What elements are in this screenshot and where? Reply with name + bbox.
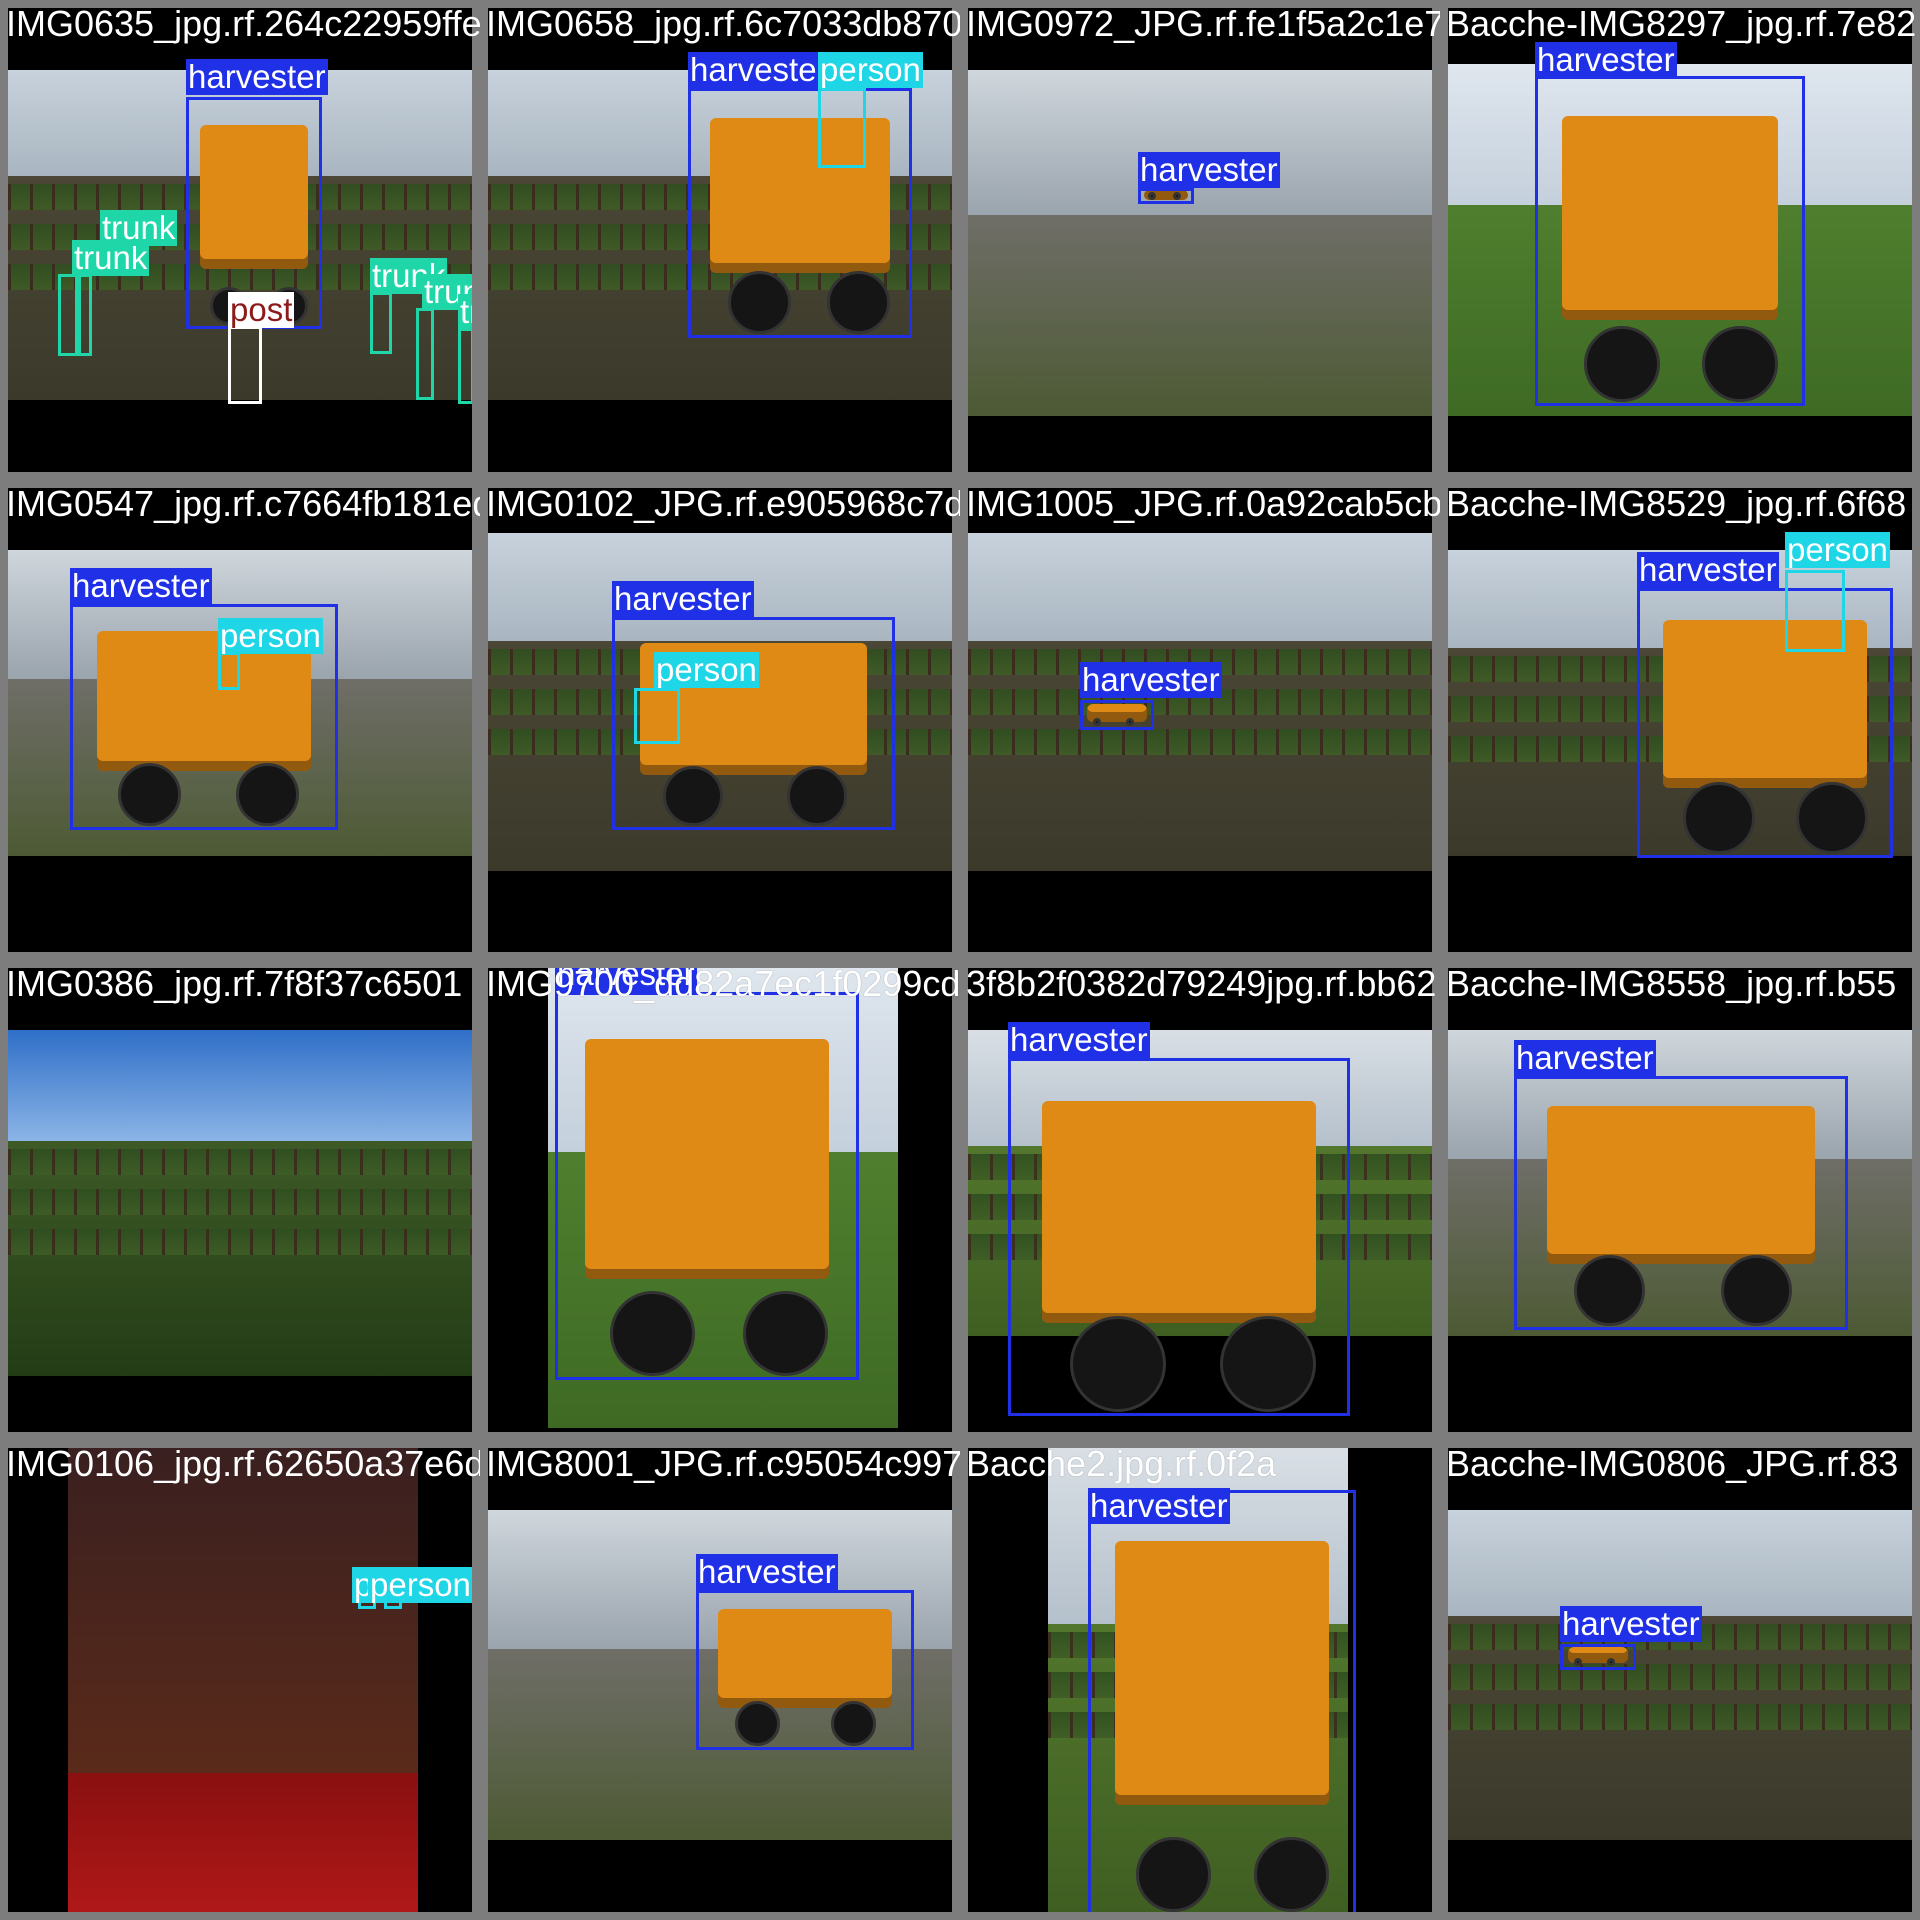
harvester-label: harvester — [555, 968, 697, 992]
harvester-label: harvester — [1138, 151, 1280, 188]
harvester-label: harvester — [1080, 661, 1222, 698]
tile-canvas: harvester person — [8, 488, 472, 952]
image-tile[interactable]: IMG0386_jpg.rf.7f8f37c6501 — [0, 960, 480, 1440]
trunk-bbox[interactable] — [416, 308, 434, 400]
image-tile[interactable]: harvesterIMG1005_JPG.rf.0a92cab5cb46c56f… — [960, 480, 1440, 960]
harvester-bbox[interactable] — [1560, 1644, 1636, 1670]
harvester-label: harvester — [1637, 551, 1779, 588]
tile-photo — [68, 1448, 418, 1912]
vine-row — [968, 729, 1432, 755]
tile-canvas: personperson — [8, 1448, 472, 1912]
image-tile[interactable]: harvester person IMG0102_JPG.rf.e905968c7d… — [480, 480, 960, 960]
harvester-bbox[interactable] — [696, 1590, 914, 1750]
harvester-bbox[interactable] — [1637, 588, 1893, 858]
image-tile[interactable]: harvesterIMG0972_JPG.rf.fe1f5a2c1e7dc2c3… — [960, 0, 1440, 480]
image-tile[interactable]: harvester Bacche-IMG8297_jpg.rf.7e82 — [1440, 0, 1920, 480]
trunk-bbox[interactable] — [58, 274, 78, 356]
photo-ground — [68, 1773, 418, 1912]
photo-sky — [968, 70, 1432, 215]
person-label: person — [368, 1566, 472, 1603]
tile-canvas: harvester — [1448, 1448, 1912, 1912]
harvester-label: harvester — [688, 51, 830, 88]
trunk-label: trunk — [100, 209, 178, 246]
person-bbox[interactable] — [634, 688, 680, 744]
person-label: person — [1785, 531, 1890, 568]
tile-canvas: harvester — [968, 968, 1432, 1432]
person-label: person — [818, 51, 923, 88]
detection-mosaic: harvestertrunktrunkposttrunktrunktrunkIM… — [0, 0, 1920, 1920]
tile-canvas: harvester — [968, 1448, 1432, 1912]
person-label: person — [218, 617, 323, 654]
image-tile[interactable]: harvester person IMG0658_jpg.rf.6c7033db87… — [480, 0, 960, 480]
harvester-label: harvester — [1560, 1605, 1702, 1642]
image-tile[interactable]: harvester IMG9700_dd82a7ec1f0299cd — [480, 960, 960, 1440]
harvester-bbox[interactable] — [1138, 188, 1194, 204]
harvester-bbox[interactable] — [1088, 1490, 1356, 1912]
image-tile[interactable]: harvester Bacche-IMG0806_JPG.rf.83 — [1440, 1440, 1920, 1920]
trunk-bbox[interactable] — [458, 328, 472, 404]
tile-canvas: harvester — [1448, 968, 1912, 1432]
photo-ground — [968, 215, 1432, 416]
harvester-label: harvester — [1008, 1021, 1150, 1058]
photo-sky — [968, 533, 1432, 641]
harvester-bbox[interactable] — [1080, 700, 1154, 730]
harvester-bbox[interactable] — [1008, 1058, 1350, 1416]
vine-row — [8, 1229, 472, 1255]
tile-canvas: harvester — [968, 8, 1432, 472]
post-label: post — [228, 291, 295, 328]
image-tile[interactable]: harvester Bacche-IMG8558_jpg.rf.b55 — [1440, 960, 1920, 1440]
trunk-bbox[interactable] — [370, 292, 392, 354]
tile-photo — [968, 70, 1432, 416]
image-tile[interactable]: harvesterIMG8001_JPG.rf.c95054c997da3b — [480, 1440, 960, 1920]
harvester-label: harvester — [1514, 1039, 1656, 1076]
tile-photo — [1448, 1510, 1912, 1840]
harvester-label: harvester — [696, 1553, 838, 1590]
image-tile[interactable]: harvester person Bacche-IMG8529_jpg.rf.6f6… — [1440, 480, 1920, 960]
tile-canvas: harvester person — [488, 8, 952, 472]
image-tile[interactable]: harvester person IMG0547_jpg.rf.c7664fb181… — [0, 480, 480, 960]
harvester-label: harvester — [612, 580, 754, 617]
tile-canvas — [8, 968, 472, 1432]
person-label: person — [654, 651, 759, 688]
tile-canvas: harvester — [968, 488, 1432, 952]
trunk-label: trunk — [458, 294, 472, 330]
harvester-label: harvester — [186, 58, 328, 95]
photo-sky — [1448, 1510, 1912, 1616]
vine-row — [1448, 1664, 1912, 1690]
tile-canvas: harvestertrunktrunkposttrunktrunktrunk — [8, 8, 472, 472]
vine-row — [8, 1149, 472, 1175]
harvester-bbox[interactable] — [1514, 1076, 1848, 1330]
image-tile[interactable]: harvester Bacche2.jpg.rf.0f2a — [960, 1440, 1440, 1920]
tile-photo — [8, 1030, 472, 1376]
tile-photo — [968, 533, 1432, 871]
harvester-label: harvester — [1088, 1487, 1230, 1524]
image-tile[interactable]: personpersonIMG0106_jpg.rf.62650a37e6d — [0, 1440, 480, 1920]
tile-canvas: harvester — [488, 1448, 952, 1912]
tile-canvas: harvester — [488, 968, 952, 1432]
photo-sky — [8, 1030, 472, 1141]
tile-canvas: harvester person — [488, 488, 952, 952]
image-tile[interactable]: harvester 3f8b2f0382d79249jpg.rf.bb62 — [960, 960, 1440, 1440]
harvester-bbox[interactable] — [688, 88, 912, 338]
vine-row — [1448, 1704, 1912, 1730]
person-bbox[interactable] — [818, 88, 866, 168]
harvester-label: harvester — [1535, 41, 1677, 78]
person-bbox[interactable] — [1785, 570, 1845, 652]
trunk-bbox[interactable] — [78, 274, 92, 356]
photo-ground — [8, 1141, 472, 1376]
harvester-bbox[interactable] — [1535, 76, 1805, 406]
photo-sky — [68, 1448, 418, 1773]
harvester-label: harvester — [70, 567, 212, 604]
image-tile[interactable]: harvestertrunktrunkposttrunktrunktrunkIM… — [0, 0, 480, 480]
tile-canvas: harvester person — [1448, 488, 1912, 952]
vine-row — [8, 1189, 472, 1215]
harvester-bbox[interactable] — [555, 992, 859, 1380]
person-bbox[interactable] — [218, 652, 240, 690]
tile-canvas: harvester — [1448, 8, 1912, 472]
post-bbox[interactable] — [228, 326, 262, 404]
